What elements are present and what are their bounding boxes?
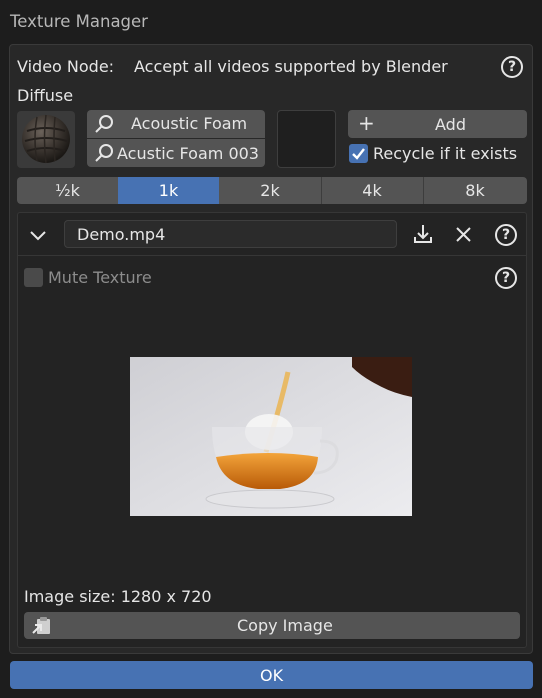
resolution-2k[interactable]: 2k (219, 177, 321, 204)
resolution-4k[interactable]: 4k (321, 177, 423, 204)
texture-manager-dialog: { "window": { "title": "Texture Manager"… (0, 0, 542, 698)
variant-search-field[interactable]: Acustic Foam 003 (87, 139, 265, 167)
tea-cup-picture (130, 357, 412, 516)
search-icon (95, 144, 113, 162)
close-icon[interactable] (455, 226, 472, 243)
mute-texture-label: Mute Texture (48, 268, 152, 287)
segment-divider (423, 177, 424, 204)
resolution-8k[interactable]: 8k (423, 177, 527, 204)
add-button[interactable]: + Add (348, 110, 527, 138)
variant-name-text: Acustic Foam 003 (117, 144, 259, 163)
checkmark-icon (352, 148, 365, 160)
material-preview-thumbnail[interactable] (17, 111, 75, 168)
ok-button[interactable]: OK (10, 661, 533, 689)
copy-image-button[interactable]: Copy Image (24, 612, 520, 639)
plus-icon: + (358, 111, 375, 135)
add-button-label: Add (435, 115, 466, 134)
video-node-help-icon[interactable]: ? (501, 56, 523, 78)
material-search-field[interactable]: Acoustic Foam (87, 110, 265, 138)
material-sphere-icon (22, 114, 70, 164)
resolution-half-k[interactable]: ½k (17, 177, 118, 204)
mute-help-icon[interactable]: ? (495, 267, 517, 289)
video-node-label: Video Node: (17, 57, 115, 76)
file-name-field[interactable]: Demo.mp4 (64, 220, 397, 248)
download-icon[interactable] (412, 223, 434, 245)
chevron-down-icon[interactable] (29, 228, 47, 242)
resolution-1k[interactable]: 1k (118, 177, 219, 204)
search-icon (95, 115, 113, 133)
video-node-value: Accept all videos supported by Blender (134, 57, 448, 76)
copy-image-label: Copy Image (237, 616, 333, 635)
mute-texture-checkbox[interactable] (24, 268, 43, 287)
recycle-label: Recycle if it exists (373, 144, 518, 163)
material-name-text: Acoustic Foam (131, 114, 248, 133)
clipboard-icon (32, 617, 50, 634)
ok-button-label: OK (260, 666, 284, 685)
segment-divider (321, 177, 322, 204)
file-help-icon[interactable]: ? (495, 224, 517, 246)
file-name-text: Demo.mp4 (77, 225, 166, 244)
window-title: Texture Manager (10, 12, 148, 31)
image-size-text: Image size: 1280 x 720 (24, 587, 212, 606)
recycle-checkbox[interactable] (349, 144, 368, 163)
subpanel-header-divider (18, 255, 526, 256)
diffuse-label: Diffuse (17, 86, 74, 105)
texture-slot[interactable] (277, 110, 336, 168)
video-preview-image (130, 357, 412, 516)
